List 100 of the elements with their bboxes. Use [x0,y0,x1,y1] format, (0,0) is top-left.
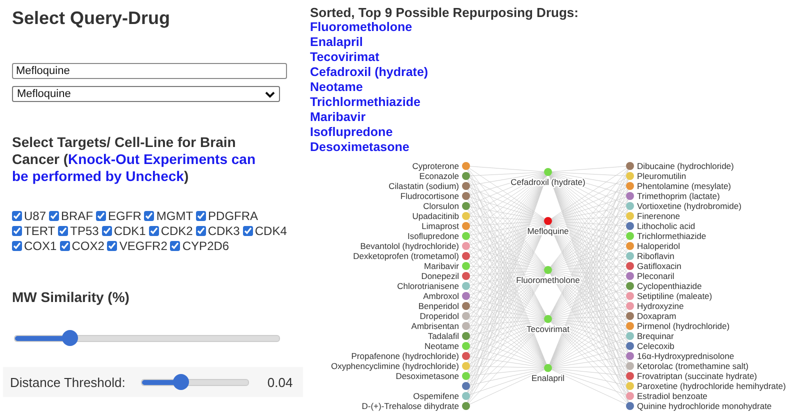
results-heading: Sorted, Top 9 Possible Repurposing Drugs: [310,5,578,20]
node-label: Setiptiline (maleate) [637,291,712,301]
graph-node[interactable] [462,272,470,280]
graph-node[interactable] [462,362,470,370]
graph-node[interactable] [462,352,470,360]
graph-node[interactable] [626,352,634,360]
target-checkbox[interactable] [96,211,106,221]
graph-node[interactable] [626,342,634,350]
node-label: Droperidol [420,311,459,321]
graph-node[interactable] [626,392,634,400]
graph-node[interactable] [462,202,470,210]
mw-similarity-label: MW Similarity (%) [12,289,130,305]
drug-dropdown[interactable]: Mefloquine [12,86,280,102]
graph-node[interactable] [626,372,634,380]
graph-node[interactable] [462,252,470,260]
target-checkbox[interactable] [58,226,68,236]
graph-node[interactable] [462,242,470,250]
graph-node[interactable] [626,202,634,210]
drug-link[interactable]: Desoximetasone [310,140,410,155]
graph-node[interactable] [626,172,634,180]
node-label: Cyclopenthiazide [637,281,702,291]
node-label: Cyproterone [412,161,459,171]
target-checkbox[interactable] [102,226,112,236]
graph-node[interactable] [626,292,634,300]
graph-node[interactable] [462,172,470,180]
target-checkbox[interactable] [196,226,206,236]
drug-link[interactable]: Neotame [310,80,363,95]
graph-node[interactable] [626,232,634,240]
node-label: Estradiol benzoate [637,391,708,401]
target-checkbox[interactable] [12,241,22,251]
drug-search-field[interactable]: Mefloquine [12,63,287,79]
graph-node[interactable] [626,312,634,320]
graph-node[interactable] [462,292,470,300]
graph-node[interactable] [626,332,634,340]
drug-link[interactable]: Tecovirimat [310,50,380,65]
graph-node[interactable] [626,222,634,230]
target-label: COX1 [24,239,57,253]
graph-node[interactable] [626,212,634,220]
graph-node[interactable] [462,312,470,320]
target-checkbox[interactable] [144,211,154,221]
graph-node[interactable] [462,392,470,400]
target-checkbox[interactable] [60,241,70,251]
graph-node[interactable] [462,222,470,230]
graph-node[interactable] [626,302,634,310]
node-label: Tecovirimat [526,324,570,334]
graph-node[interactable] [462,182,470,190]
node-label: Propafenone (hydrochloride) [351,351,459,361]
target-checkbox[interactable] [49,211,60,221]
graph-node[interactable] [462,192,470,200]
node-label: Oxyphencyclimine (hydrochloride) [330,361,459,371]
target-checkbox[interactable] [12,211,22,221]
graph-node[interactable] [544,364,552,372]
graph-node[interactable] [462,282,470,290]
target-checkbox[interactable] [170,241,180,251]
graph-node[interactable] [626,242,634,250]
drug-link[interactable]: Isoflupredone [310,125,393,140]
graph-node[interactable] [626,252,634,260]
drug-link[interactable]: Enalapril [310,35,363,50]
drug-link[interactable]: Trichlormethiazide [310,95,420,110]
graph-node[interactable] [626,262,634,270]
graph-node[interactable] [544,315,552,323]
slider-handle[interactable] [62,330,78,346]
graph-node[interactable] [626,402,634,410]
graph-node[interactable] [626,272,634,280]
target-checkbox[interactable] [107,241,118,251]
target-checkbox[interactable] [196,211,206,221]
graph-node[interactable] [462,332,470,340]
graph-node[interactable] [462,342,470,350]
node-label: Neotame [424,341,459,351]
graph-node[interactable] [462,212,470,220]
graph-node[interactable] [626,382,634,390]
graph-node[interactable] [544,217,552,225]
target-checkbox[interactable] [12,226,22,236]
slider-handle[interactable] [172,374,189,390]
graph-node[interactable] [462,262,470,270]
node-label: Lithocholic acid [637,221,696,231]
graph-node[interactable] [462,162,470,170]
node-label: Trimethoprim (lactate) [637,191,720,201]
graph-node[interactable] [462,322,470,330]
graph-node[interactable] [462,402,470,410]
graph-node[interactable] [544,266,552,274]
target-checkbox[interactable] [148,226,159,236]
drug-link[interactable]: Fluorometholone [310,20,412,35]
graph-node[interactable] [626,162,634,170]
graph-node[interactable] [462,372,470,380]
graph-node[interactable] [462,382,470,390]
graph-node[interactable] [462,302,470,310]
graph-node[interactable] [462,232,470,240]
graph-node[interactable] [626,362,634,370]
graph-node[interactable] [626,192,634,200]
target-checkbox[interactable] [242,226,253,236]
node-label: Celecoxib [637,341,674,351]
graph-node[interactable] [626,282,634,290]
graph-node[interactable] [626,182,634,190]
drug-link[interactable]: Cefadroxil (hydrate) [310,65,428,80]
distance-label: Distance Threshold: [10,374,126,390]
graph-node[interactable] [544,168,552,176]
drug-link[interactable]: Maribavir [310,110,366,125]
graph-node[interactable] [626,322,634,330]
node-label: Doxapram [637,311,676,321]
